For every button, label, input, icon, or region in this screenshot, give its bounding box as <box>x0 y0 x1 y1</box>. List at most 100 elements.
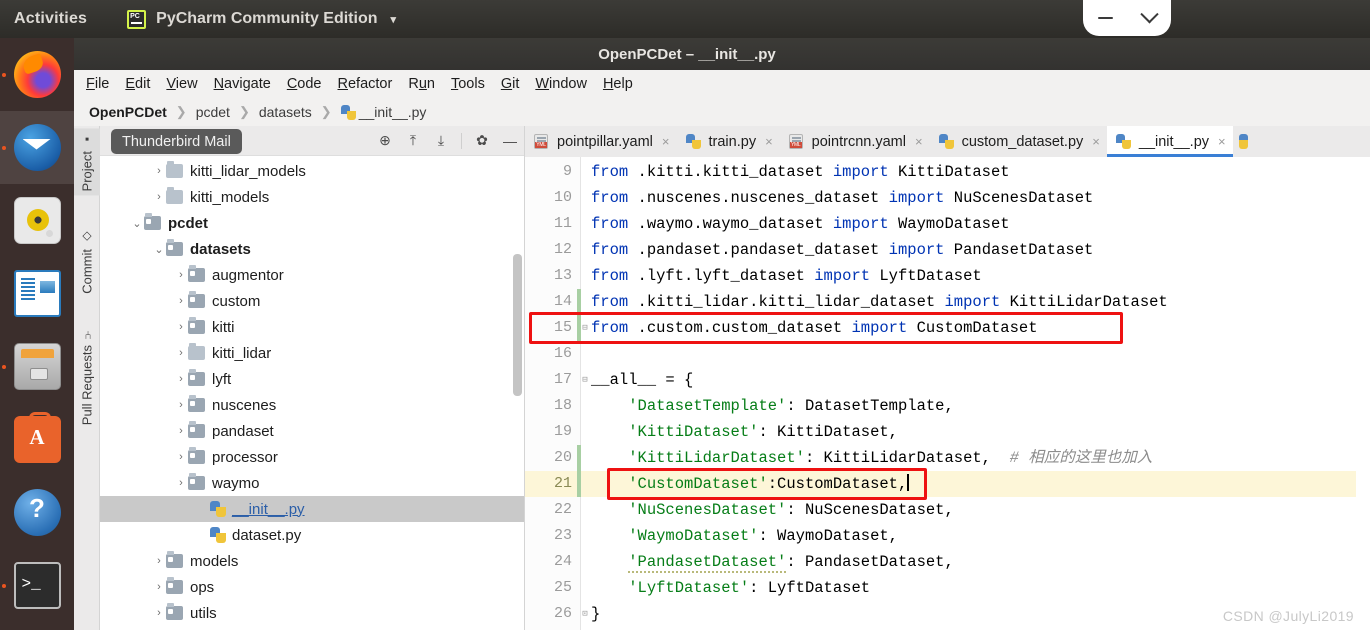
code-token-id <box>591 579 628 597</box>
menu-item-navigate[interactable]: Navigate <box>214 76 271 92</box>
minimize-button[interactable] <box>1098 16 1113 20</box>
editor-tab-pointrcnn-yaml[interactable]: pointrcnn.yaml × <box>779 126 930 157</box>
breadcrumb-item-pcdet[interactable]: pcdet <box>193 104 233 120</box>
tree-node-processor[interactable]: › processor <box>100 444 524 470</box>
line-number: 19 <box>553 423 572 440</box>
close-icon[interactable]: × <box>915 134 923 149</box>
chevron-right-icon[interactable]: › <box>152 191 166 203</box>
restore-button[interactable] <box>1140 4 1159 25</box>
tree-node-dataset-py[interactable]: ›dataset.py <box>100 522 524 548</box>
locate-icon[interactable]: ⊕ <box>377 132 393 149</box>
code-token-id: : PandasetDataset, <box>786 553 954 571</box>
tree-node-augmentor[interactable]: › augmentor <box>100 262 524 288</box>
close-icon[interactable]: × <box>662 134 670 149</box>
menu-item-edit[interactable]: Edit <box>125 76 150 92</box>
sidebar-item-commit[interactable]: Commit ◇ <box>74 226 100 298</box>
app-menu-button[interactable]: PyCharm Community Edition ▾ <box>127 9 396 29</box>
sidebar-item-project[interactable]: Project ▪ <box>74 128 100 196</box>
chevron-right-icon[interactable]: › <box>174 373 188 385</box>
thunderbird-tooltip: Thunderbird Mail <box>111 129 242 154</box>
collapse-all-icon[interactable]: ⤓ <box>433 132 449 149</box>
tree-node-kitti-lidar[interactable]: › kitti_lidar <box>100 340 524 366</box>
close-icon[interactable]: × <box>1218 134 1226 149</box>
tree-node-label: processor <box>212 448 278 466</box>
chevron-right-icon[interactable]: › <box>174 425 188 437</box>
menu-item-file[interactable]: File <box>86 76 109 92</box>
tree-node-kitti-lidar-models[interactable]: › kitti_lidar_models <box>100 158 524 184</box>
tree-node-label: kitti_lidar_models <box>190 162 306 180</box>
menu-item-view[interactable]: View <box>166 76 197 92</box>
dock-item-firefox[interactable] <box>0 38 74 111</box>
code-token-id <box>591 527 628 545</box>
chevron-right-icon[interactable]: › <box>152 165 166 177</box>
tree-node-ops[interactable]: › ops <box>100 574 524 600</box>
breadcrumb-item-project[interactable]: OpenPCDet <box>86 104 170 120</box>
menu-item-refactor[interactable]: Refactor <box>338 76 393 92</box>
hide-panel-icon[interactable]: — <box>502 133 518 149</box>
chevron-right-icon[interactable]: › <box>152 581 166 593</box>
chevron-right-icon[interactable]: › <box>174 347 188 359</box>
tree-node-models[interactable]: › models <box>100 548 524 574</box>
dock-item-help[interactable] <box>0 476 74 549</box>
tree-node-init-py[interactable]: ›__init__.py <box>100 496 524 522</box>
sidebar-item-pull-requests[interactable]: Pull Requests ⑂ <box>74 324 100 429</box>
menu-item-code[interactable]: Code <box>287 76 322 92</box>
tree-node-pcdet[interactable]: ⌄ pcdet <box>100 210 524 236</box>
tree-node-datasets[interactable]: ⌄ datasets <box>100 236 524 262</box>
chevron-right-icon[interactable]: › <box>174 321 188 333</box>
menu-item-help[interactable]: Help <box>603 76 633 92</box>
chevron-right-icon[interactable]: › <box>174 295 188 307</box>
source-folder-icon <box>166 577 183 594</box>
code-token-id: .pandaset.pandaset_dataset <box>628 241 889 259</box>
code-text[interactable]: from .kitti.kitti_dataset import KittiDa… <box>581 157 1370 630</box>
dock-item-software[interactable] <box>0 403 74 476</box>
menu-item-tools[interactable]: Tools <box>451 76 485 92</box>
code-token-kw: from <box>591 189 629 207</box>
project-panel-scrollbar[interactable] <box>513 254 522 396</box>
editor-tab-init-py[interactable]: __init__.py × <box>1106 126 1233 157</box>
chevron-right-icon[interactable]: › <box>152 555 166 567</box>
activities-button[interactable]: Activities <box>14 10 87 28</box>
rhythmbox-icon <box>13 197 61 244</box>
menu-item-run[interactable]: Run <box>408 76 435 92</box>
dock-item-rhythmbox[interactable] <box>0 184 74 257</box>
tree-node-nuscenes[interactable]: › nuscenes <box>100 392 524 418</box>
project-panel-toolbar: ⊕ ⤒ ⤓ ✿ — <box>377 132 518 149</box>
dock-item-terminal[interactable] <box>0 549 74 622</box>
tree-node-kitti-models[interactable]: › kitti_models <box>100 184 524 210</box>
chevron-right-icon[interactable]: › <box>174 451 188 463</box>
chevron-down-icon[interactable]: ⌄ <box>130 217 144 230</box>
tree-node-custom[interactable]: › custom <box>100 288 524 314</box>
close-icon[interactable]: × <box>1092 134 1100 149</box>
chevron-right-icon[interactable]: › <box>174 399 188 411</box>
tree-node-utils[interactable]: › utils <box>100 600 524 626</box>
dock-item-impress[interactable] <box>0 257 74 330</box>
expand-all-icon[interactable]: ⤒ <box>405 132 421 149</box>
code-line: 'KittiDataset': KittiDataset, <box>581 419 1370 445</box>
tree-node-waymo[interactable]: › waymo <box>100 470 524 496</box>
editor-tab-custom-dataset-py[interactable]: custom_dataset.py × <box>929 126 1107 157</box>
editor-right-margin <box>1356 157 1370 630</box>
chevron-right-icon[interactable]: › <box>152 607 166 619</box>
close-icon[interactable]: × <box>765 134 773 149</box>
breadcrumb-item-datasets[interactable]: datasets <box>256 104 315 120</box>
editor-tab-label: train.py <box>708 133 757 150</box>
menu-item-window[interactable]: Window <box>535 76 587 92</box>
chevron-down-icon[interactable]: ⌄ <box>152 243 166 256</box>
line-number: 16 <box>553 345 572 362</box>
dock-item-thunderbird[interactable] <box>0 111 74 184</box>
tree-node-kitti[interactable]: › kitti <box>100 314 524 340</box>
chevron-right-icon[interactable]: › <box>174 477 188 489</box>
tree-node-lyft[interactable]: › lyft <box>100 366 524 392</box>
code-token-kw: import <box>832 163 889 181</box>
breadcrumb-item-file[interactable]: __init__.py <box>338 104 430 120</box>
tree-node-pandaset[interactable]: › pandaset <box>100 418 524 444</box>
editor-tab-train-py[interactable]: train.py × <box>676 126 780 157</box>
editor-tab-pointpillar-yaml[interactable]: pointpillar.yaml × <box>525 126 677 157</box>
chevron-right-icon[interactable]: › <box>174 269 188 281</box>
menu-item-git[interactable]: Git <box>501 76 520 92</box>
settings-gear-icon[interactable]: ✿ <box>474 132 490 149</box>
editor-tab-overflow[interactable] <box>1232 126 1251 157</box>
dock-item-files[interactable] <box>0 330 74 403</box>
